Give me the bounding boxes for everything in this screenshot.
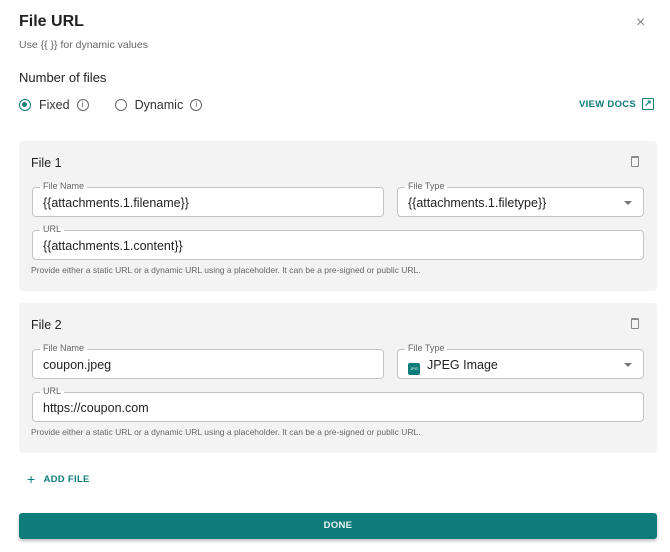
file-name-input[interactable]: File Name coupon.jpeg bbox=[32, 343, 384, 379]
file-card-2: File 2 File Name coupon.jpeg File Type J… bbox=[19, 303, 657, 453]
trash-icon[interactable] bbox=[631, 156, 639, 167]
file-card-title: File 2 bbox=[31, 318, 62, 332]
dialog-subtitle: Use {{ }} for dynamic values bbox=[19, 39, 148, 51]
number-of-files-radio-group: Fixed i Dynamic i bbox=[19, 98, 203, 112]
view-docs-link[interactable]: VIEW DOCS ↗ bbox=[579, 98, 655, 110]
field-label: File Name bbox=[40, 343, 88, 353]
file-type-select[interactable]: File Type JPG JPEG Image bbox=[397, 343, 644, 379]
add-file-label: ADD FILE bbox=[43, 473, 90, 485]
file-type-select[interactable]: File Type {{attachments.1.filetype}} bbox=[397, 181, 644, 217]
url-helper-text: Provide either a static URL or a dynamic… bbox=[31, 265, 421, 275]
done-button[interactable]: DONE bbox=[19, 513, 657, 539]
view-docs-label: VIEW DOCS bbox=[579, 98, 637, 110]
field-value: {{attachments.1.filetype}} bbox=[408, 196, 547, 210]
file-card-title: File 1 bbox=[31, 156, 62, 170]
external-link-icon: ↗ bbox=[642, 98, 655, 110]
plus-icon: + bbox=[27, 471, 36, 487]
radio-dynamic-label[interactable]: Dynamic bbox=[135, 98, 184, 112]
field-label: File Name bbox=[40, 181, 88, 191]
field-label: URL bbox=[40, 224, 65, 234]
radio-fixed[interactable] bbox=[19, 99, 31, 111]
radio-fixed-label[interactable]: Fixed bbox=[39, 98, 70, 112]
field-value: coupon.jpeg bbox=[43, 358, 112, 372]
field-value: JPEG Image bbox=[427, 358, 498, 372]
field-value: {{attachments.1.filename}} bbox=[43, 196, 189, 210]
field-label: URL bbox=[40, 386, 65, 396]
dropdown-caret-icon bbox=[624, 201, 632, 205]
field-value-wrap: JPG JPEG Image bbox=[408, 358, 498, 375]
dialog-title: File URL bbox=[19, 13, 84, 30]
url-input[interactable]: URL {{attachments.1.content}} bbox=[32, 224, 644, 260]
number-of-files-label: Number of files bbox=[19, 70, 107, 85]
field-value: {{attachments.1.content}} bbox=[43, 239, 183, 253]
jpeg-file-icon: JPG bbox=[408, 363, 420, 375]
field-value: https://coupon.com bbox=[43, 401, 149, 415]
trash-icon[interactable] bbox=[631, 318, 639, 329]
url-helper-text: Provide either a static URL or a dynamic… bbox=[31, 427, 421, 437]
info-icon[interactable]: i bbox=[190, 99, 203, 111]
url-input[interactable]: URL https://coupon.com bbox=[32, 386, 644, 422]
radio-dynamic[interactable] bbox=[114, 99, 127, 111]
info-icon[interactable]: i bbox=[76, 99, 89, 111]
dropdown-caret-icon bbox=[624, 363, 632, 367]
file-name-input[interactable]: File Name {{attachments.1.filename}} bbox=[32, 181, 384, 217]
close-icon[interactable]: × bbox=[636, 14, 645, 32]
field-label: File Type bbox=[405, 181, 448, 191]
add-file-button[interactable]: + ADD FILE bbox=[27, 471, 90, 487]
field-label: File Type bbox=[405, 343, 448, 353]
file-card-1: File 1 File Name {{attachments.1.filenam… bbox=[19, 141, 657, 291]
